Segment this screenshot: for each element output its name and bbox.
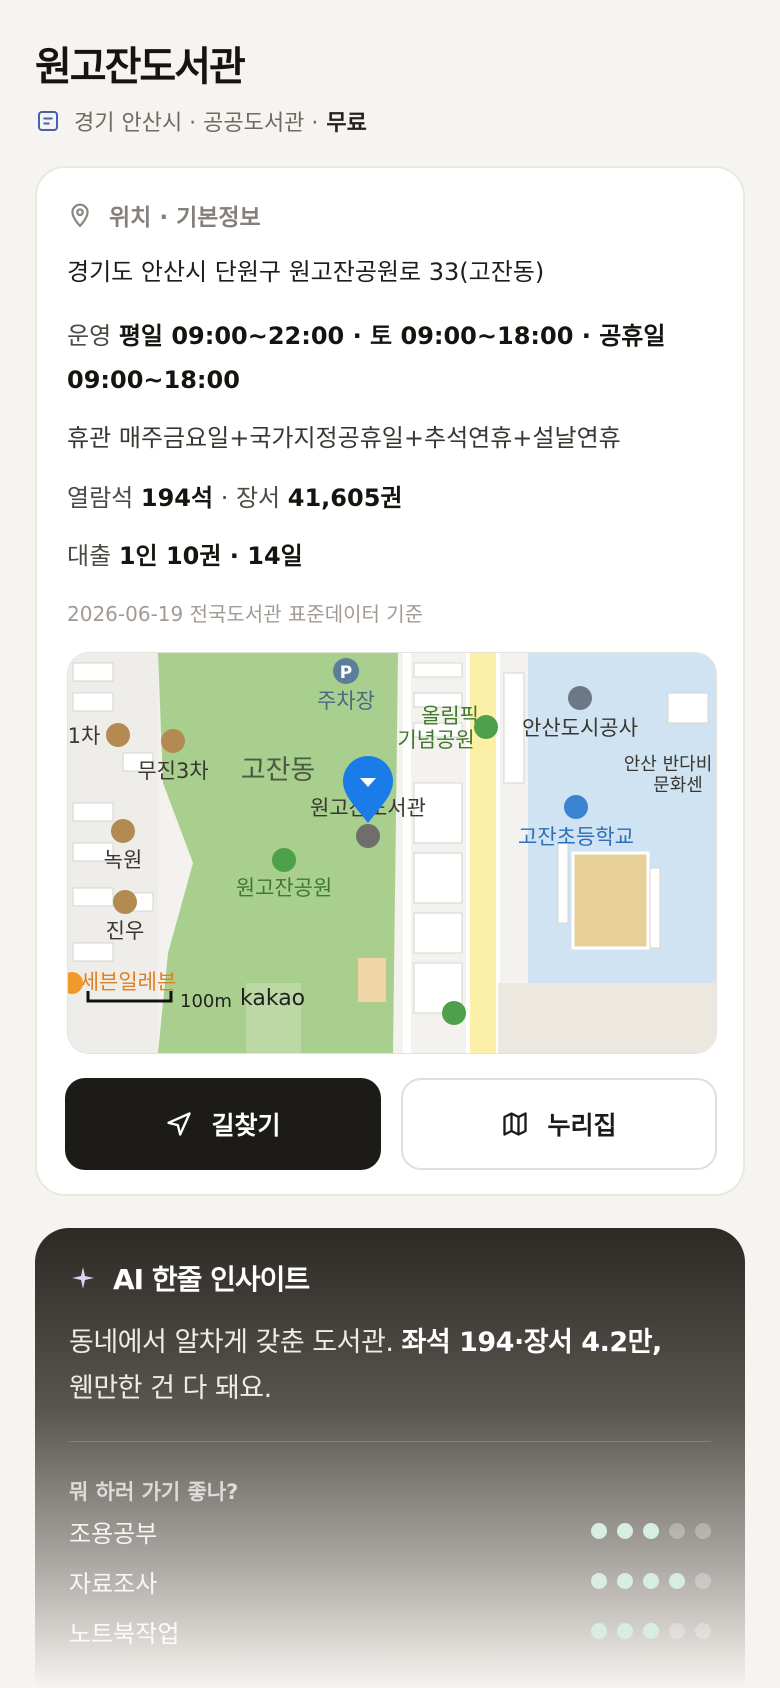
section-header: 위치 · 기본정보 — [67, 198, 261, 232]
rating-label: 조용공부 — [69, 1519, 158, 1548]
map-label-banda-2: 문화센 — [653, 775, 703, 796]
seats-label: 열람석 — [67, 484, 134, 512]
loan-label: 대출 — [67, 542, 112, 570]
closed-label: 휴관 — [67, 424, 112, 452]
rating-label: 노트북작업 — [69, 1619, 180, 1648]
library-meta: 경기 안산시 · 공공도서관 · 무료 — [36, 106, 367, 136]
navigation-arrow-icon — [167, 1112, 192, 1136]
meta-region: 경기 안산시 · 공공도서관 · — [74, 111, 319, 136]
hours-label: 운영 — [67, 322, 112, 350]
map-label-banda-1: 안산 반다비 — [624, 754, 713, 775]
ai-title: AI 한줄 인사이트 — [113, 1263, 310, 1296]
directions-button[interactable]: 길찾기 — [65, 1078, 381, 1170]
rating-dot — [643, 1523, 659, 1539]
rating-dot — [669, 1523, 685, 1539]
map-label-gojan-dong: 고잔동 — [241, 755, 316, 786]
homepage-label: 누리집 — [547, 1111, 617, 1140]
purpose-question: 뭐 하러 가기 좋나? — [69, 1480, 239, 1504]
rating-dot — [695, 1623, 711, 1639]
seats-value: 194석 — [140, 484, 214, 512]
rating-dots — [591, 1523, 711, 1539]
rating-dot — [695, 1523, 711, 1539]
map-label-olympic: 올림픽 — [421, 704, 479, 728]
rating-dot — [695, 1573, 711, 1589]
ai-summary-plain: 동네에서 알차게 갖춘 도서관. — [69, 1327, 394, 1358]
rating-dots — [591, 1573, 711, 1589]
location-map[interactable]: P 주차장 올림픽 기념공원 안산도시공사 안산 반다비 문화센 고잔동 원고잔… — [67, 652, 717, 1054]
rating-dot — [591, 1623, 607, 1639]
ai-summary-end: 웬만한 건 다 돼요. — [69, 1373, 272, 1404]
operating-hours: 운영 평일 09:00~22:00 · 토 09:00~18:00 · 공휴일 … — [67, 314, 687, 402]
map-icon — [503, 1112, 528, 1136]
sparkle-icon — [72, 1267, 94, 1289]
rating-dot — [591, 1523, 607, 1539]
rating-label: 자료조사 — [69, 1569, 158, 1598]
loan-value: 1인 10권 · 14일 — [118, 542, 303, 570]
document-icon — [38, 111, 58, 131]
map-canvas[interactable]: P 주차장 올림픽 기념공원 안산도시공사 안산 반다비 문화센 고잔동 원고잔… — [68, 653, 716, 1053]
hours-value: 평일 09:00~22:00 · 토 09:00~18:00 · 공휴일 09:… — [67, 322, 666, 394]
ai-insight-card: AI 한줄 인사이트 동네에서 알차게 갖춘 도서관. 좌석 194·장서 4.… — [35, 1228, 745, 1688]
rating-dot — [643, 1623, 659, 1639]
map-label-city-corp: 안산도시공사 — [522, 716, 638, 740]
map-label-nokwon: 녹원 — [104, 848, 143, 872]
closed-days: 휴관 매주금요일+국가지정공휴일+추석연휴+설날연휴 — [67, 416, 621, 460]
directions-label: 길찾기 — [211, 1111, 281, 1140]
rating-dot — [591, 1573, 607, 1589]
section-title: 위치 · 기본정보 — [109, 205, 261, 231]
rating-dot — [643, 1573, 659, 1589]
ai-header: AI 한줄 인사이트 — [71, 1258, 310, 1298]
rating-row: 조용공부 — [69, 1514, 711, 1548]
ai-summary-bold: 좌석 194·장서 4.2만, — [401, 1327, 663, 1358]
books-label: · 장서 — [220, 484, 281, 512]
rating-dot — [669, 1573, 685, 1589]
divider — [69, 1441, 711, 1442]
map-label-seven: 세븐일레븐 — [80, 970, 177, 994]
books-value: 41,605권 — [287, 484, 403, 512]
map-label-olympic-2: 기념공원 — [397, 728, 474, 752]
seats-books: 열람석 194석 · 장서 41,605권 — [67, 476, 402, 520]
svg-text:P: P — [340, 663, 352, 683]
ai-summary: 동네에서 알차게 갖춘 도서관. 좌석 194·장서 4.2만, 웬만한 건 다… — [69, 1320, 709, 1412]
data-basis-note: 2026-06-19 전국도서관 표준데이터 기준 — [67, 602, 424, 626]
map-scale: 100m — [180, 991, 232, 1012]
rating-dot — [617, 1623, 633, 1639]
rating-dot — [669, 1623, 685, 1639]
rating-dot — [617, 1523, 633, 1539]
rating-dot — [617, 1573, 633, 1589]
location-pin-icon — [71, 203, 89, 228]
homepage-button[interactable]: 누리집 — [401, 1078, 717, 1170]
fee-label: 무료 — [326, 111, 367, 136]
map-label-jinu: 진우 — [106, 919, 145, 943]
rating-row: 자료조사 — [69, 1564, 711, 1598]
map-label-park: 원고잔공원 — [236, 876, 333, 900]
map-brand: kakao — [240, 986, 305, 1011]
closed-value: 매주금요일+국가지정공휴일+추석연휴+설날연휴 — [118, 424, 621, 452]
map-label-school: 고잔초등학교 — [518, 825, 634, 849]
info-card: 위치 · 기본정보 경기도 안산시 단원구 원고잔공원로 33(고잔동) 운영 … — [35, 166, 745, 1196]
map-label-musin: 무진3차 — [137, 759, 208, 783]
map-label-1cha: 1차 — [68, 724, 100, 748]
rating-dots — [591, 1623, 711, 1639]
library-marker-icon[interactable] — [356, 824, 380, 848]
rating-row: 노트북작업 — [69, 1614, 711, 1648]
address: 경기도 안산시 단원구 원고잔공원로 33(고잔동) — [67, 258, 545, 286]
page-title: 원고잔도서관 — [35, 44, 246, 90]
map-label-parking: 주차장 — [317, 689, 375, 713]
loan-policy: 대출 1인 10권 · 14일 — [67, 534, 303, 578]
